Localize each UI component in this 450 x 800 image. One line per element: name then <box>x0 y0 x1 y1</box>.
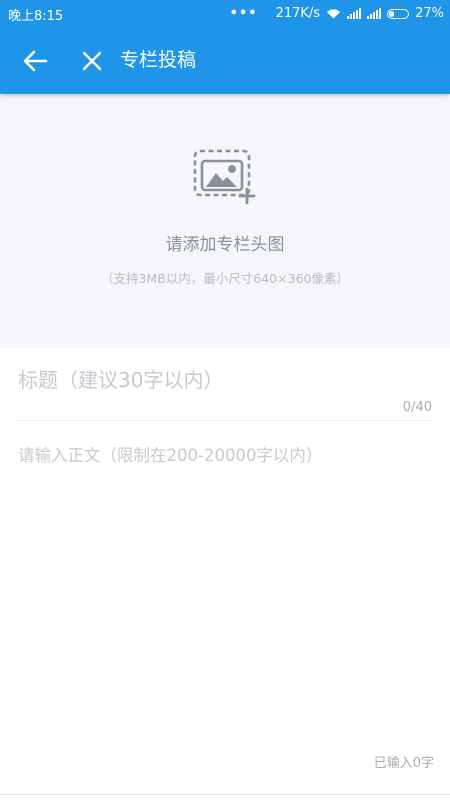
title-input[interactable] <box>18 364 432 396</box>
app-bar: 专栏投稿 <box>0 27 450 94</box>
signal-icon-2 <box>367 8 382 19</box>
screen: 晚上8:15 ••• 217K/s 27% 专栏投稿 请添加专栏头图 （支持3M… <box>0 0 450 800</box>
close-button[interactable] <box>81 50 103 72</box>
wifi-icon <box>327 9 341 19</box>
status-indicators: ••• 217K/s 27% <box>230 4 444 23</box>
back-button[interactable] <box>22 49 48 73</box>
more-dots-icon: ••• <box>229 6 258 21</box>
arrow-left-icon <box>23 50 48 72</box>
battery-icon <box>387 8 410 19</box>
status-bar: 晚上8:15 ••• 217K/s 27% <box>0 0 450 27</box>
close-icon <box>82 51 102 71</box>
signal-icon-1 <box>347 8 362 19</box>
battery-level <box>389 10 395 17</box>
title-divider <box>18 420 432 421</box>
add-image-icon <box>193 149 256 205</box>
body-char-counter: 已输入0字 <box>373 756 434 771</box>
status-time: 晚上8:15 <box>8 9 64 24</box>
body-textarea[interactable] <box>18 442 432 742</box>
title-char-counter: 0/40 <box>402 400 432 415</box>
cover-hint: （支持3MB以内，最小尺寸640×360像素） <box>100 271 349 286</box>
bottom-divider <box>0 794 450 795</box>
page-title: 专栏投稿 <box>120 49 197 71</box>
network-speed: 217K/s <box>275 6 321 21</box>
battery-percent: 27% <box>415 6 444 21</box>
cover-label: 请添加专栏头图 <box>165 235 285 255</box>
add-cover-button[interactable]: 请添加专栏头图 （支持3MB以内，最小尺寸640×360像素） <box>0 94 450 348</box>
